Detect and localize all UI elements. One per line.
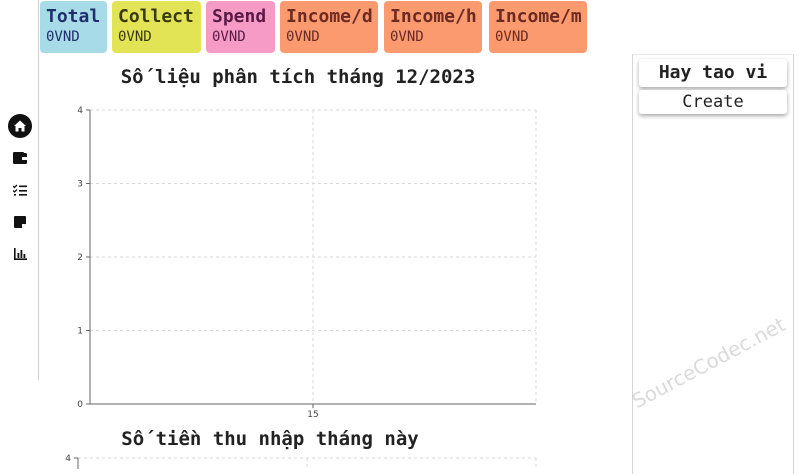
sidebar (0, 0, 39, 380)
y-tick-label: 0 (77, 400, 83, 410)
wallet-icon[interactable] (8, 146, 32, 170)
y-tick-label: 4 (77, 106, 83, 116)
y-tick-label: 2 (77, 253, 83, 263)
stat-card-value: 0VND (46, 29, 80, 45)
y-tick-label: 3 (77, 180, 83, 190)
bar-chart-icon[interactable] (8, 242, 32, 266)
stat-card-total[interactable]: Total 0VND (40, 1, 107, 53)
y-tick-label: 4 (65, 454, 71, 464)
stat-card-income-month[interactable]: Income/m 0VND (489, 1, 587, 53)
stat-card-value: 0VND (286, 29, 320, 45)
stat-card-label: Total (46, 6, 101, 27)
chart-title-monthly-analysis: Số liệu phân tích tháng 12/2023 (120, 66, 476, 88)
stat-card-income-hour[interactable]: Income/h 0VND (384, 1, 482, 53)
stat-card-value: 0VND (118, 29, 152, 45)
create-wallet-prompt[interactable]: Hay tao vi (639, 59, 787, 87)
stat-card-label: Income/d (286, 6, 373, 27)
stat-card-value: 0VND (212, 29, 246, 45)
checklist-icon[interactable] (8, 178, 32, 202)
monthly-analysis-chart: 0 1 2 3 4 15 (77, 106, 537, 420)
x-tick-label: 15 (307, 410, 318, 420)
create-button[interactable]: Create (639, 90, 787, 114)
stat-card-value: 0VND (390, 29, 424, 45)
stat-card-label: Income/m (495, 6, 582, 27)
stat-card-value: 0VND (495, 29, 529, 45)
stat-card-collect[interactable]: Collect 0VND (112, 1, 201, 53)
home-icon[interactable] (8, 114, 32, 138)
y-tick-label: 1 (77, 327, 83, 337)
note-icon[interactable] (8, 210, 32, 234)
wallet-panel: Hay tao vi Create (632, 54, 794, 474)
chart-title-monthly-income: Số tiền thu nhập tháng này (121, 428, 419, 450)
stat-card-label: Spend (212, 6, 267, 27)
stat-card-spend[interactable]: Spend 0VND (206, 1, 275, 53)
stat-card-label: Income/h (390, 6, 477, 27)
stat-card-label: Collect (118, 6, 194, 27)
monthly-income-chart: 4 (65, 454, 537, 469)
stat-card-income-day[interactable]: Income/d 0VND (280, 1, 378, 53)
